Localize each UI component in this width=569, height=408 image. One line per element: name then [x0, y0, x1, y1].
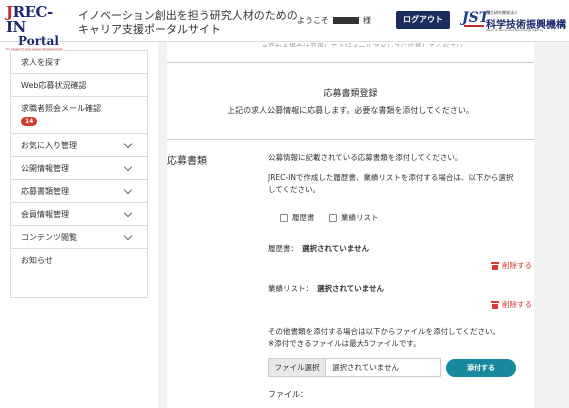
attached-files-label: ファイル： — [268, 390, 308, 399]
achievements-checkbox[interactable]: 業績リスト — [329, 212, 379, 223]
sidebar-item-label: 求職者照会メール確認 — [21, 104, 101, 113]
header: JREC-IN Portal for research and career d… — [0, 0, 569, 52]
delete-label: 削除する — [502, 261, 532, 270]
sidebar-item-application-docs[interactable]: 応募書類管理 — [11, 180, 147, 203]
sidebar-item-contents[interactable]: コンテンツ閲覧 — [11, 226, 147, 249]
other-docs-text: その他書類を添付する場合は以下からファイルを添付してください。 — [268, 327, 501, 336]
sidebar-item-label: 応募書類管理 — [21, 186, 69, 196]
resume-delete-button[interactable]: 削除する — [491, 260, 532, 271]
achievements-value: 選択されていません — [317, 284, 385, 293]
sidebar-item-label: お気に入り管理 — [21, 140, 77, 150]
chevron-down-icon — [123, 185, 133, 194]
resume-label: 履歴書： — [268, 244, 298, 253]
main-area: ※変わる場合は変更して上記メールアドレスに応募してください。 応募書類登録 上記… — [158, 42, 569, 408]
sidebar-item-member-info[interactable]: 会員情報管理 — [11, 203, 147, 226]
checkbox-box[interactable] — [280, 213, 288, 222]
sidebar-item-label: Web応募状況確認 — [21, 80, 87, 90]
trash-icon — [491, 261, 499, 270]
user-greeting: ようこそ 様 — [297, 15, 371, 26]
sidebar-item-notices[interactable]: お知らせ — [11, 249, 147, 272]
sidebar-item-label: お知らせ — [21, 256, 53, 265]
resume-value: 選択されていません — [302, 244, 370, 253]
resume-checkbox[interactable]: 履歴書 — [280, 212, 315, 223]
sidebar-item-favorites[interactable]: お気に入り管理 — [11, 134, 147, 157]
instruction-text: してください。 — [268, 185, 321, 194]
sidebar-item-inquiry-mail[interactable]: 求職者照会メール確認 14 — [11, 97, 147, 134]
logo-rec-in: REC-IN — [6, 3, 53, 36]
resume-row: 履歴書： 選択されていません — [268, 243, 369, 254]
attach-button[interactable]: 添付する — [446, 359, 516, 377]
achievements-delete-button[interactable]: 削除する — [491, 299, 532, 310]
instruction-text: 公募情報に記載されている応募書類を添付してください。 — [268, 153, 463, 162]
file-chooser[interactable]: ファイル選択 選択されていません — [268, 358, 441, 377]
greeting-prefix: ようこそ — [297, 16, 329, 25]
logout-button[interactable]: ログアウト — [396, 11, 450, 29]
sidebar-item-label: 会員情報管理 — [21, 209, 69, 219]
sidebar-item-label: コンテンツ閲覧 — [21, 232, 77, 242]
instruction-text: JREC-INで作成した履歴書、業績リストを添付する場合は、以下から選択 — [268, 173, 514, 182]
divider — [167, 62, 534, 63]
file-name-field[interactable]: 選択されていません — [326, 358, 441, 377]
checkbox-label: 履歴書 — [292, 213, 315, 222]
sidebar-item-application-status[interactable]: Web応募状況確認 — [11, 74, 147, 97]
jrec-in-logo[interactable]: JREC-IN Portal for research and career d… — [6, 3, 70, 52]
chevron-down-icon — [123, 162, 133, 171]
delete-label: 削除する — [502, 300, 532, 309]
file-select-button[interactable]: ファイル選択 — [268, 358, 326, 377]
chevron-down-icon — [123, 231, 133, 240]
sidebar-item-job-search[interactable]: 求人を探す — [11, 51, 147, 74]
divider — [167, 139, 534, 140]
chevron-down-icon — [123, 208, 133, 217]
greeting-suffix: 様 — [363, 16, 371, 25]
site-title-line1: イノベーション創出を担う研究人材のための — [78, 9, 298, 22]
site-title: イノベーション創出を担う研究人材のための キャリア支援ポータルサイト — [78, 9, 298, 37]
section-subtitle: 上記の求人公募情報に応募します。必要な書類を添付してください。 — [227, 106, 474, 115]
trash-icon — [491, 300, 499, 309]
jst-en: Japan Science and Technology Agency — [486, 28, 544, 32]
application-form-panel: ※変わる場合は変更して上記メールアドレスに応募してください。 応募書類登録 上記… — [167, 42, 534, 408]
sidebar-item-label: 求人を探す — [21, 57, 61, 67]
logo-portal: Portal — [18, 34, 59, 48]
masked-username — [333, 17, 359, 24]
jst-logo[interactable]: JST 国立研究開発法人 科学技術振興機構 Japan Science and … — [462, 8, 566, 34]
top-note: ※変わる場合は変更して上記メールアドレスに応募してください。 — [262, 43, 471, 47]
achievements-label: 業績リスト： — [268, 284, 313, 293]
achievements-row: 業績リスト： 選択されていません — [268, 283, 384, 294]
unread-count-badge: 14 — [21, 117, 38, 126]
sidebar-item-public-info[interactable]: 公開情報管理 — [11, 157, 147, 180]
sidebar-item-label: 公開情報管理 — [21, 163, 69, 173]
checkbox-label: 業績リスト — [341, 213, 379, 222]
sidebar-nav: 求人を探す Web応募状況確認 求職者照会メール確認 14 お気に入り管理 公開… — [10, 50, 148, 298]
section-title: 応募書類登録 — [323, 89, 378, 99]
site-title-line2: キャリア支援ポータルサイト — [78, 23, 221, 36]
field-label-documents: 応募書類 — [167, 156, 207, 167]
chevron-down-icon — [123, 139, 133, 148]
max-files-note: ※添付できるファイルは最大5ファイルです。 — [268, 339, 421, 348]
checkbox-box[interactable] — [329, 213, 337, 222]
